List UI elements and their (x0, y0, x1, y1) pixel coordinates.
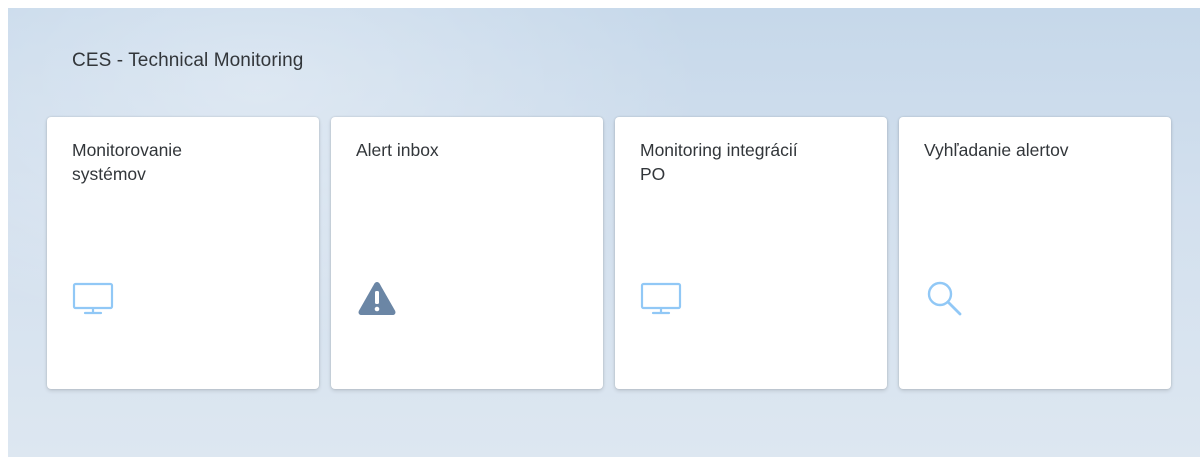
tile-container: Monitorovanie systémov Alert inbox Monit… (47, 117, 1171, 389)
group-title: CES - Technical Monitoring (72, 50, 304, 71)
warning-icon (358, 282, 396, 315)
tile-alert-inbox[interactable]: Alert inbox (331, 117, 603, 389)
monitor-icon (640, 282, 682, 315)
tile-vyhladanie-alertov[interactable]: Vyhľadanie alertov (899, 117, 1171, 389)
tile-monitorovanie-systemov[interactable]: Monitorovanie systémov (47, 117, 319, 389)
launchpad-background: CES - Technical Monitoring Monitorovanie… (8, 8, 1200, 457)
tile-monitoring-integracii-po[interactable]: Monitoring integrácií PO (615, 117, 887, 389)
search-icon (927, 281, 962, 316)
tile-title: Monitorovanie systémov (72, 140, 182, 184)
monitor-icon (72, 282, 114, 315)
tile-title: Vyhľadanie alertov (924, 140, 1069, 160)
tile-title: Alert inbox (356, 140, 439, 160)
tile-title: Monitoring integrácií PO (640, 140, 798, 184)
